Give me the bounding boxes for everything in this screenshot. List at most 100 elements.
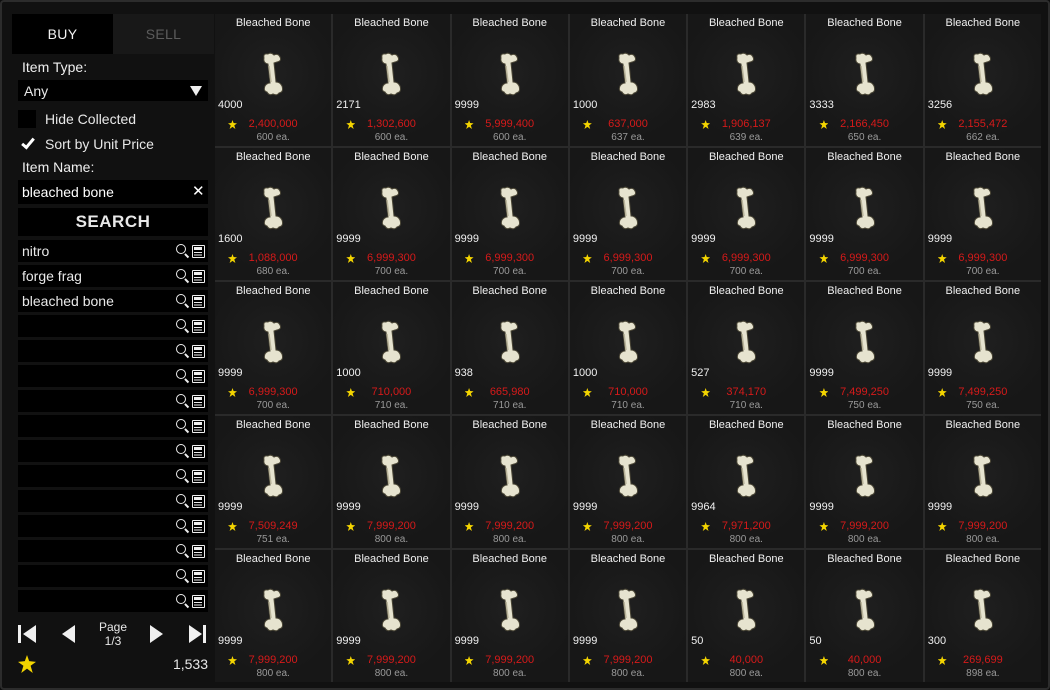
unit-price: 800 ea. (611, 534, 645, 545)
save-icon[interactable] (192, 544, 205, 558)
search-icon[interactable] (176, 544, 190, 558)
listing-cell[interactable]: Bleached Bone 9999 6,999,300 700 ea. (215, 282, 332, 414)
save-icon[interactable] (192, 419, 205, 433)
listing-cell[interactable]: Bleached Bone 50 40,000 800 ea. (806, 550, 923, 682)
saved-search-item[interactable] (18, 490, 208, 512)
search-icon[interactable] (176, 294, 190, 308)
search-icon[interactable] (176, 419, 190, 433)
search-button[interactable]: SEARCH (18, 208, 208, 236)
item-name-input[interactable] (18, 180, 208, 204)
save-icon[interactable] (192, 294, 205, 308)
listing-cell[interactable]: Bleached Bone 3333 2,166,450 650 ea. (806, 14, 923, 146)
listing-cell[interactable]: Bleached Bone 9999 7,999,200 800 ea. (333, 416, 450, 548)
search-icon[interactable] (176, 519, 190, 533)
search-icon[interactable] (176, 594, 190, 608)
listing-cell[interactable]: Bleached Bone 9999 6,999,300 700 ea. (333, 148, 450, 280)
listing-cell[interactable]: Bleached Bone 9999 7,999,200 800 ea. (451, 416, 568, 548)
unit-price: 710 ea. (729, 400, 763, 411)
listing-cell[interactable]: Bleached Bone 9999 7,999,200 800 ea. (333, 550, 450, 682)
listing-cell[interactable]: Bleached Bone 9999 6,999,300 700 ea. (688, 148, 805, 280)
listing-cell[interactable]: Bleached Bone 938 665,980 710 ea. (451, 282, 568, 414)
saved-search-item[interactable] (18, 340, 208, 362)
last-page-button[interactable] (186, 623, 208, 645)
save-icon[interactable] (192, 394, 205, 408)
next-page-button[interactable] (145, 623, 167, 645)
listing-cell[interactable]: Bleached Bone 4000 2,400,000 600 ea. (215, 14, 332, 146)
listing-cell[interactable]: Bleached Bone 300 269,699 898 ea. (924, 550, 1041, 682)
listing-cell[interactable]: Bleached Bone 9999 5,999,400 600 ea. (451, 14, 568, 146)
listing-cell[interactable]: Bleached Bone 1000 710,000 710 ea. (569, 282, 687, 414)
sort-unit-price-checkbox[interactable] (18, 134, 36, 153)
search-icon[interactable] (176, 344, 190, 358)
listing-cell[interactable]: Bleached Bone 1000 637,000 637 ea. (569, 14, 687, 146)
save-icon[interactable] (192, 569, 205, 583)
saved-search-item[interactable] (18, 440, 208, 462)
search-icon[interactable] (176, 319, 190, 333)
save-icon[interactable] (192, 319, 205, 333)
listing-cell[interactable]: Bleached Bone 9999 7,999,200 800 ea. (569, 416, 687, 548)
first-page-button[interactable] (18, 623, 40, 645)
saved-search-item[interactable] (18, 365, 208, 387)
search-icon[interactable] (176, 494, 190, 508)
listing-cell[interactable]: Bleached Bone 9999 6,999,300 700 ea. (806, 148, 923, 280)
listing-cell[interactable]: Bleached Bone 9999 7,999,200 800 ea. (924, 416, 1041, 548)
saved-search-item[interactable] (18, 465, 208, 487)
listing-cell[interactable]: Bleached Bone 3256 2,155,472 662 ea. (924, 14, 1041, 146)
price-value: 637,000 (608, 118, 648, 130)
listing-cell[interactable]: Bleached Bone 2983 1,906,137 639 ea. (688, 14, 805, 146)
save-icon[interactable] (192, 344, 205, 358)
saved-search-item[interactable] (18, 415, 208, 437)
search-icon[interactable] (176, 569, 190, 583)
listing-cell[interactable]: Bleached Bone 9999 7,999,200 800 ea. (806, 416, 923, 548)
hide-collected-row[interactable]: Hide Collected (18, 110, 136, 128)
item-quantity: 1000 (572, 99, 598, 111)
listing-cell[interactable]: Bleached Bone 1000 710,000 710 ea. (333, 282, 450, 414)
search-icon[interactable] (176, 469, 190, 483)
listing-cell[interactable]: Bleached Bone 50 40,000 800 ea. (688, 550, 805, 682)
hide-collected-checkbox[interactable] (18, 110, 36, 128)
sort-unit-price-row[interactable]: Sort by Unit Price (18, 134, 154, 153)
listing-cell[interactable]: Bleached Bone 9999 7,999,200 800 ea. (569, 550, 687, 682)
tab-buy[interactable]: BUY (12, 14, 113, 54)
listing-cell[interactable]: Bleached Bone 9999 6,999,300 700 ea. (451, 148, 568, 280)
saved-search-item[interactable]: forge frag (18, 265, 208, 287)
listing-cell[interactable]: Bleached Bone 527 374,170 710 ea. (688, 282, 805, 414)
search-icon[interactable] (176, 394, 190, 408)
listing-cell[interactable]: Bleached Bone 9999 6,999,300 700 ea. (924, 148, 1041, 280)
listing-cell[interactable]: Bleached Bone 9964 7,971,200 800 ea. (688, 416, 805, 548)
clear-input-icon[interactable]: ✕ (192, 182, 205, 200)
saved-search-item[interactable] (18, 390, 208, 412)
listing-cell[interactable]: Bleached Bone 2171 1,302,600 600 ea. (333, 14, 450, 146)
saved-search-item[interactable] (18, 515, 208, 537)
search-icon[interactable] (176, 369, 190, 383)
saved-search-item[interactable] (18, 315, 208, 337)
saved-search-item[interactable] (18, 540, 208, 562)
save-icon[interactable] (192, 594, 205, 608)
save-icon[interactable] (192, 269, 205, 283)
listing-cell[interactable]: Bleached Bone 9999 7,999,200 800 ea. (451, 550, 568, 682)
listing-cell[interactable]: Bleached Bone 1600 1,088,000 680 ea. (215, 148, 332, 280)
item-name: Bleached Bone (708, 419, 784, 431)
save-icon[interactable] (192, 244, 205, 258)
save-icon[interactable] (192, 444, 205, 458)
search-icon[interactable] (176, 444, 190, 458)
saved-search-item[interactable]: nitro (18, 240, 208, 262)
save-icon[interactable] (192, 369, 205, 383)
prev-page-button[interactable] (58, 623, 80, 645)
saved-search-item[interactable]: bleached bone (18, 290, 208, 312)
search-icon[interactable] (176, 244, 190, 258)
saved-search-item[interactable] (18, 565, 208, 587)
save-icon[interactable] (192, 519, 205, 533)
listing-cell[interactable]: Bleached Bone 9999 7,499,250 750 ea. (924, 282, 1041, 414)
tab-sell[interactable]: SELL (113, 14, 214, 54)
listing-cell[interactable]: Bleached Bone 9999 7,499,250 750 ea. (806, 282, 923, 414)
search-icon[interactable] (176, 269, 190, 283)
saved-search-item[interactable] (18, 590, 208, 612)
save-icon[interactable] (192, 494, 205, 508)
save-icon[interactable] (192, 469, 205, 483)
coin-icon (345, 119, 356, 130)
listing-cell[interactable]: Bleached Bone 9999 7,509,249 751 ea. (215, 416, 332, 548)
item-type-dropdown[interactable]: Any (18, 80, 208, 101)
listing-cell[interactable]: Bleached Bone 9999 7,999,200 800 ea. (215, 550, 332, 682)
listing-cell[interactable]: Bleached Bone 9999 6,999,300 700 ea. (569, 148, 687, 280)
